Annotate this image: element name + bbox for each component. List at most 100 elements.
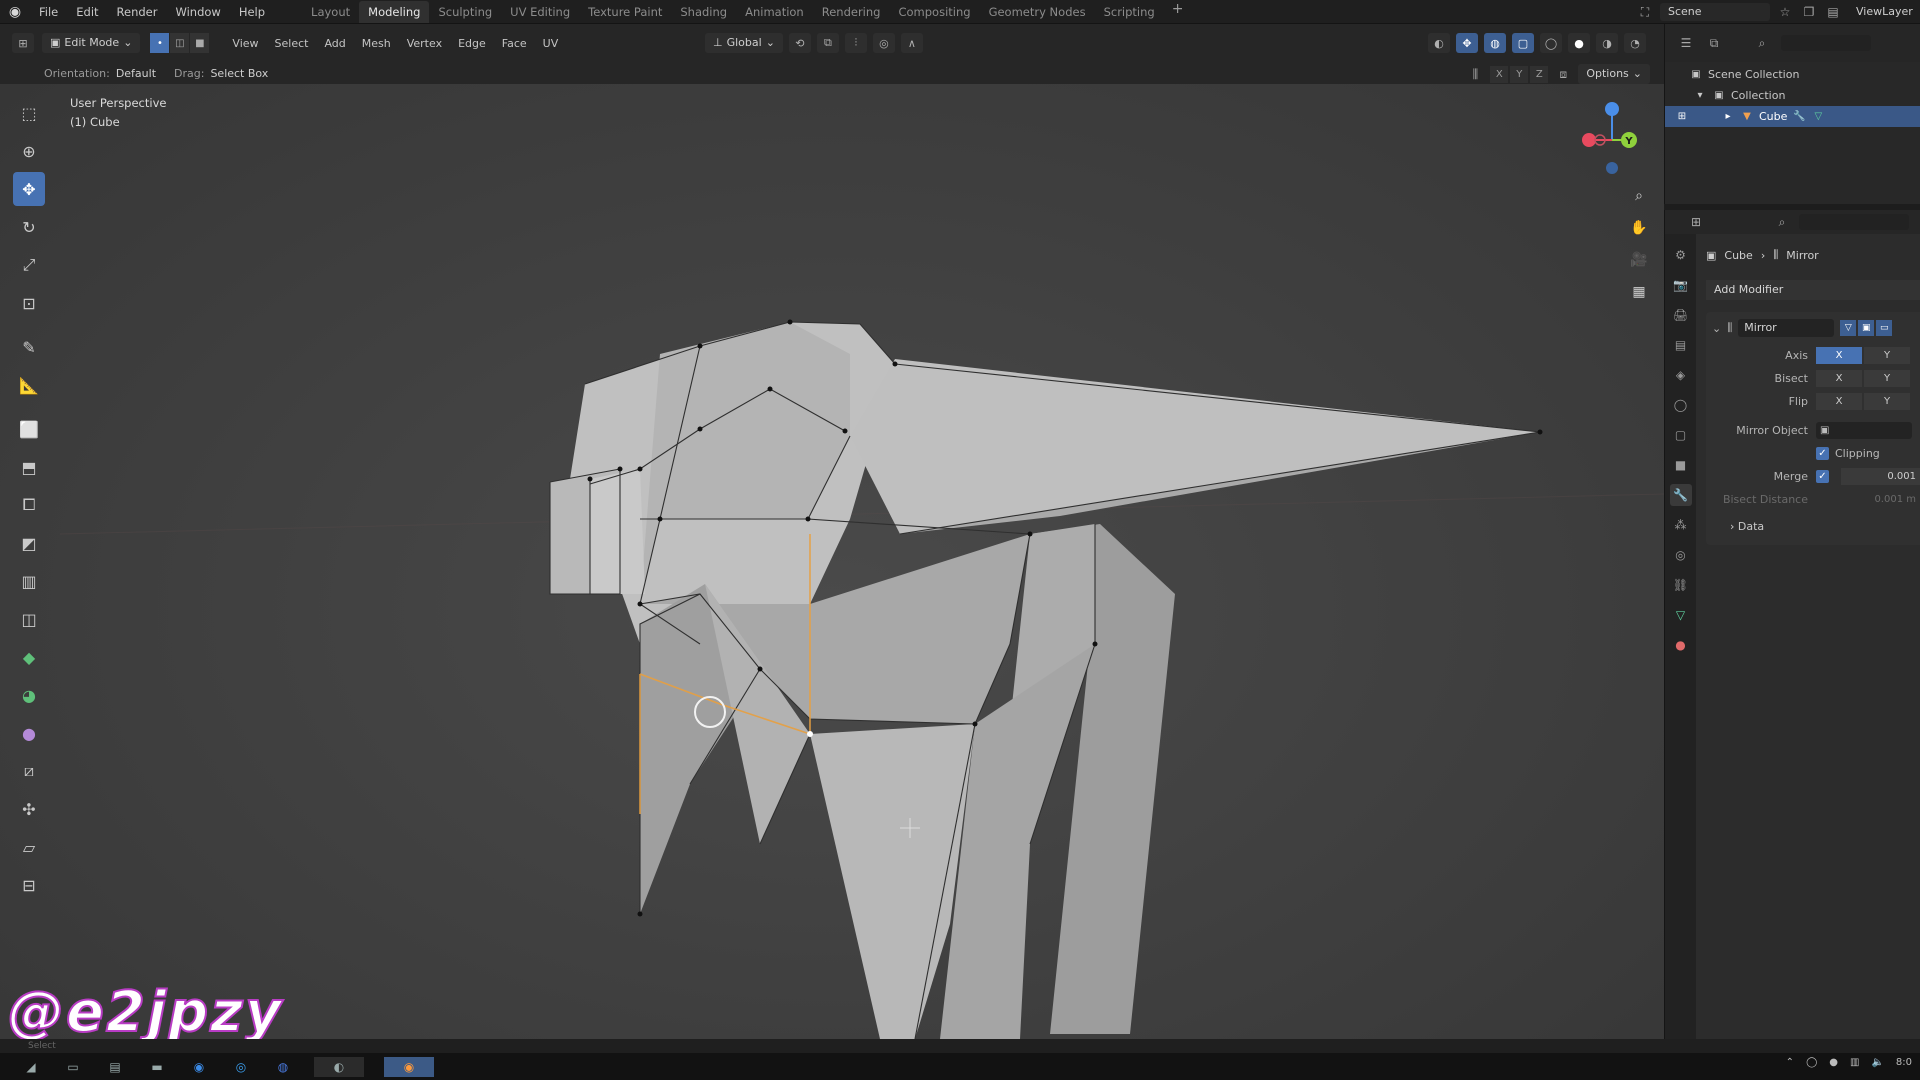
- mirror-options-icon[interactable]: ⫼: [1466, 65, 1484, 83]
- scale-tool-icon[interactable]: ⤢: [13, 248, 45, 282]
- knife-tool-icon[interactable]: ◫: [13, 602, 45, 636]
- symmetry-z-toggle[interactable]: Z: [1530, 65, 1549, 83]
- editor-type-icon[interactable]: ⊞: [12, 33, 34, 53]
- edge-slide-tool-icon[interactable]: ⧄: [13, 754, 45, 788]
- outliner-search-input[interactable]: [1781, 35, 1871, 51]
- tab-layout[interactable]: Layout: [302, 1, 359, 23]
- properties-editor-icon[interactable]: ⊞: [1687, 213, 1705, 231]
- outliner-scene-collection[interactable]: ▣ Scene Collection: [1665, 64, 1920, 85]
- rip-tool-icon[interactable]: ⊟: [13, 868, 45, 902]
- merge-distance-field[interactable]: 0.001: [1841, 468, 1920, 485]
- outliner-editor-icon[interactable]: ☰: [1677, 34, 1695, 52]
- merge-checkbox[interactable]: ✓: [1816, 470, 1829, 483]
- inset-tool-icon[interactable]: ⧠: [13, 488, 45, 522]
- visibility-icon[interactable]: ◐: [1428, 33, 1450, 53]
- orientation-dropdown[interactable]: Default: [116, 67, 156, 80]
- edge-browser-icon[interactable]: ◉: [188, 1057, 210, 1077]
- tab-geometry-nodes[interactable]: Geometry Nodes: [980, 1, 1095, 23]
- axis-x-toggle[interactable]: X: [1816, 347, 1862, 364]
- tab-modeling[interactable]: Modeling: [359, 0, 430, 23]
- outliner-cube[interactable]: ⊞ ▸ ▼ Cube 🔧 ▽: [1665, 106, 1920, 127]
- tab-compositing[interactable]: Compositing: [889, 1, 979, 23]
- view-layer-icon[interactable]: ▤: [1824, 3, 1842, 21]
- object-tab-icon[interactable]: ■: [1670, 454, 1692, 476]
- chrome-browser-icon[interactable]: ◎: [230, 1057, 252, 1077]
- menu-select[interactable]: Select: [267, 37, 317, 50]
- wireframe-shading-icon[interactable]: ◯: [1540, 33, 1562, 53]
- menu-file[interactable]: File: [30, 0, 67, 24]
- menu-help[interactable]: Help: [230, 0, 274, 24]
- material-shading-icon[interactable]: ◑: [1596, 33, 1618, 53]
- cursor-tool-icon[interactable]: ⊕: [13, 134, 45, 168]
- outliner-collection[interactable]: ▾ ▣ Collection: [1665, 85, 1920, 106]
- symmetry-x-toggle[interactable]: X: [1490, 65, 1509, 83]
- tab-uv-editing[interactable]: UV Editing: [501, 1, 579, 23]
- proportional-edit-icon[interactable]: ◎: [872, 33, 895, 53]
- zoom-icon[interactable]: ⌕: [1626, 186, 1652, 206]
- scene-tab-icon[interactable]: ◈: [1670, 364, 1692, 386]
- data-tab-icon[interactable]: ▽: [1670, 604, 1692, 626]
- mode-dropdown[interactable]: ▣ Edit Mode ⌄: [42, 33, 141, 53]
- start-icon[interactable]: ◢: [20, 1057, 42, 1077]
- network-icon[interactable]: ▥: [1850, 1057, 1859, 1068]
- tray-app-icon[interactable]: ◯: [1806, 1057, 1817, 1068]
- render-tab-icon[interactable]: 📷: [1670, 274, 1692, 296]
- menu-edit[interactable]: Edit: [67, 0, 107, 24]
- options-dropdown[interactable]: Options ⌄: [1578, 64, 1650, 84]
- tray-time[interactable]: 8:0: [1896, 1057, 1912, 1068]
- drag-dropdown[interactable]: Select Box: [210, 67, 268, 80]
- add-workspace-button[interactable]: +: [1164, 1, 1192, 23]
- move-tool-icon[interactable]: ✥: [13, 172, 45, 206]
- camera-view-icon[interactable]: 🎥: [1626, 250, 1652, 270]
- scene-icon[interactable]: ⛶: [1636, 3, 1654, 21]
- display-mode-icon[interactable]: ⧉: [1705, 34, 1723, 52]
- symmetry-y-toggle[interactable]: Y: [1510, 65, 1529, 83]
- xray-toggle-icon[interactable]: ▢: [1512, 33, 1534, 53]
- axis-y-toggle[interactable]: Y: [1864, 347, 1910, 364]
- auto-merge-icon[interactable]: ⧈: [1554, 65, 1572, 83]
- view-layer-tab-icon[interactable]: ▤: [1670, 334, 1692, 356]
- tray-obs-icon[interactable]: ●: [1829, 1057, 1838, 1068]
- bisect-y-toggle[interactable]: Y: [1864, 370, 1910, 387]
- edit-mode-display-icon[interactable]: ▣: [1858, 320, 1875, 336]
- spin-tool-icon[interactable]: ◕: [13, 678, 45, 712]
- scene-selector[interactable]: Scene: [1660, 3, 1770, 21]
- extrude-tool-icon[interactable]: ⬒: [13, 450, 45, 484]
- rotate-tool-icon[interactable]: ↻: [13, 210, 45, 244]
- menu-render[interactable]: Render: [108, 0, 167, 24]
- loop-cut-tool-icon[interactable]: ▥: [13, 564, 45, 598]
- add-modifier-button[interactable]: Add Modifier: [1706, 280, 1920, 300]
- vertex-select-icon[interactable]: •: [150, 33, 171, 53]
- tab-sculpting[interactable]: Sculpting: [429, 1, 501, 23]
- edit-mode-indicator-icon[interactable]: ⊞: [1675, 110, 1689, 124]
- properties-search-input[interactable]: [1799, 214, 1909, 230]
- falloff-icon[interactable]: ∧: [900, 33, 923, 53]
- snap-target-icon[interactable]: ⫶: [844, 33, 867, 53]
- face-select-icon[interactable]: ■: [190, 33, 211, 53]
- tab-animation[interactable]: Animation: [736, 1, 813, 23]
- menu-uv[interactable]: UV: [535, 37, 567, 50]
- gizmo-toggle-icon[interactable]: ✥: [1456, 33, 1478, 53]
- pivot-point-icon[interactable]: ⟲: [788, 33, 811, 53]
- on-cage-icon[interactable]: ▽: [1840, 320, 1857, 336]
- menu-add[interactable]: Add: [316, 37, 353, 50]
- select-tool-icon[interactable]: ⬚: [13, 96, 45, 130]
- transform-tool-icon[interactable]: ⊡: [13, 286, 45, 320]
- clipping-checkbox[interactable]: ✓: [1816, 447, 1829, 460]
- physics-tab-icon[interactable]: ◎: [1670, 544, 1692, 566]
- tab-shading[interactable]: Shading: [671, 1, 736, 23]
- annotate-tool-icon[interactable]: ✎: [13, 330, 45, 364]
- particles-tab-icon[interactable]: ⁂: [1670, 514, 1692, 536]
- material-tab-icon[interactable]: ●: [1670, 634, 1692, 656]
- transform-orientation-dropdown[interactable]: ⊥ Global ⌄: [705, 33, 783, 53]
- collapse-arrow-icon[interactable]: ⌄: [1712, 322, 1721, 335]
- blender-taskbar-icon[interactable]: ◉: [384, 1056, 434, 1077]
- flip-y-toggle[interactable]: Y: [1864, 393, 1910, 410]
- menu-mesh[interactable]: Mesh: [354, 37, 399, 50]
- app-icon[interactable]: ◍: [272, 1057, 294, 1077]
- poly-build-tool-icon[interactable]: ◆: [13, 640, 45, 674]
- menu-face[interactable]: Face: [494, 37, 535, 50]
- measure-tool-icon[interactable]: 📐: [13, 368, 45, 402]
- explorer-icon[interactable]: ▤: [104, 1057, 126, 1077]
- properties-search-icon[interactable]: ⌕: [1773, 213, 1791, 231]
